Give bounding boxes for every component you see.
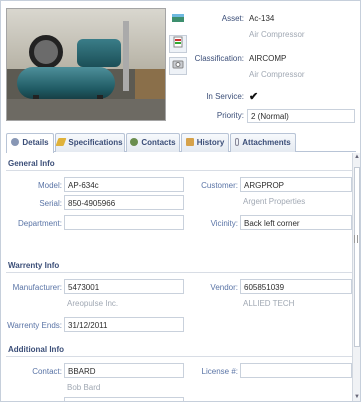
history-icon bbox=[185, 138, 194, 146]
model-input[interactable]: AP-634c bbox=[64, 177, 184, 192]
content-scrollbar[interactable]: ▲ ▼ bbox=[352, 153, 360, 401]
warranty-ends-label: Warrenty Ends: bbox=[7, 321, 62, 330]
warranty-info-heading: Warrenty Info bbox=[6, 261, 352, 273]
manufacturer-input[interactable]: 5473001 bbox=[64, 279, 184, 294]
tab-details-label: Details bbox=[22, 138, 49, 147]
department-label: Department: bbox=[17, 219, 62, 228]
vendor-input[interactable]: 605851039 bbox=[240, 279, 352, 294]
contact-label: Contact: bbox=[32, 367, 62, 376]
priority-select[interactable]: 2 (Normal) bbox=[247, 109, 355, 123]
asset-label: Asset: bbox=[221, 14, 244, 23]
license-label: License #: bbox=[201, 367, 238, 376]
vendor-label: Vendor: bbox=[210, 283, 238, 292]
tab-contacts-label: Contacts bbox=[141, 138, 176, 147]
customer-description: Argent Properties bbox=[243, 197, 306, 206]
vicinity-input[interactable]: Back left corner bbox=[240, 215, 352, 230]
classification-description: Air Compressor bbox=[249, 70, 305, 79]
contact-description: Bob Bard bbox=[67, 383, 101, 392]
manufacturer-description: Areopulse Inc. bbox=[67, 299, 119, 308]
tab-details[interactable]: Details bbox=[6, 133, 54, 153]
asset-description: Air Compressor bbox=[249, 30, 305, 39]
model-label: Model: bbox=[37, 181, 62, 190]
next-field-input[interactable] bbox=[64, 397, 184, 401]
warranty-ends-input[interactable]: 31/12/2011 bbox=[64, 317, 184, 332]
scroll-thumb[interactable] bbox=[354, 167, 360, 347]
tab-specifications[interactable]: Specifications bbox=[55, 133, 125, 152]
tab-history-label: History bbox=[196, 138, 225, 147]
department-input[interactable] bbox=[64, 215, 184, 230]
tab-attachments[interactable]: Attachments bbox=[230, 133, 296, 152]
customer-input[interactable]: ARGPROP bbox=[240, 177, 352, 192]
tab-history[interactable]: History bbox=[181, 133, 229, 152]
serial-input[interactable]: 850-4905966 bbox=[64, 195, 184, 210]
classification-label: Classification: bbox=[194, 54, 244, 63]
contact-input[interactable]: BBARD bbox=[64, 363, 184, 378]
serial-label: Serial: bbox=[39, 199, 62, 208]
attachments-icon bbox=[235, 138, 240, 146]
classification-value[interactable]: AIRCOMP bbox=[249, 54, 286, 63]
tab-specifications-label: Specifications bbox=[68, 138, 123, 147]
in-service-label: In Service: bbox=[206, 92, 244, 101]
general-info-heading: General Info bbox=[6, 159, 352, 171]
vicinity-label: Vicinity: bbox=[210, 219, 238, 228]
scroll-up-icon[interactable]: ▲ bbox=[353, 153, 361, 161]
additional-info-heading: Additional Info bbox=[6, 345, 352, 357]
asset-detail-panel: Asset: Ac-134 Air Compressor Classificat… bbox=[0, 0, 361, 402]
contacts-icon bbox=[130, 138, 139, 146]
tab-attachments-label: Attachments bbox=[242, 138, 291, 147]
asset-photo bbox=[6, 8, 166, 121]
in-service-checkbox[interactable]: ✔ bbox=[249, 92, 258, 103]
customer-label: Customer: bbox=[201, 181, 238, 190]
specifications-icon bbox=[55, 138, 67, 146]
tab-contacts[interactable]: Contacts bbox=[126, 133, 180, 152]
asset-value[interactable]: Ac-134 bbox=[249, 14, 274, 23]
scroll-down-icon[interactable]: ▼ bbox=[353, 393, 361, 401]
priority-label: Priority: bbox=[216, 111, 244, 120]
vendor-description: ALLIED TECH bbox=[243, 299, 295, 308]
change-photo-icon[interactable] bbox=[169, 35, 187, 53]
details-icon bbox=[11, 138, 20, 146]
scroll-grip-icon bbox=[354, 235, 358, 243]
details-content: General Info Model: AP-634c Customer: AR… bbox=[6, 153, 352, 401]
detail-tabs: Details Specifications Contacts History … bbox=[6, 132, 356, 153]
license-input[interactable] bbox=[240, 363, 352, 378]
manufacturer-label: Manufacturer: bbox=[12, 283, 62, 292]
